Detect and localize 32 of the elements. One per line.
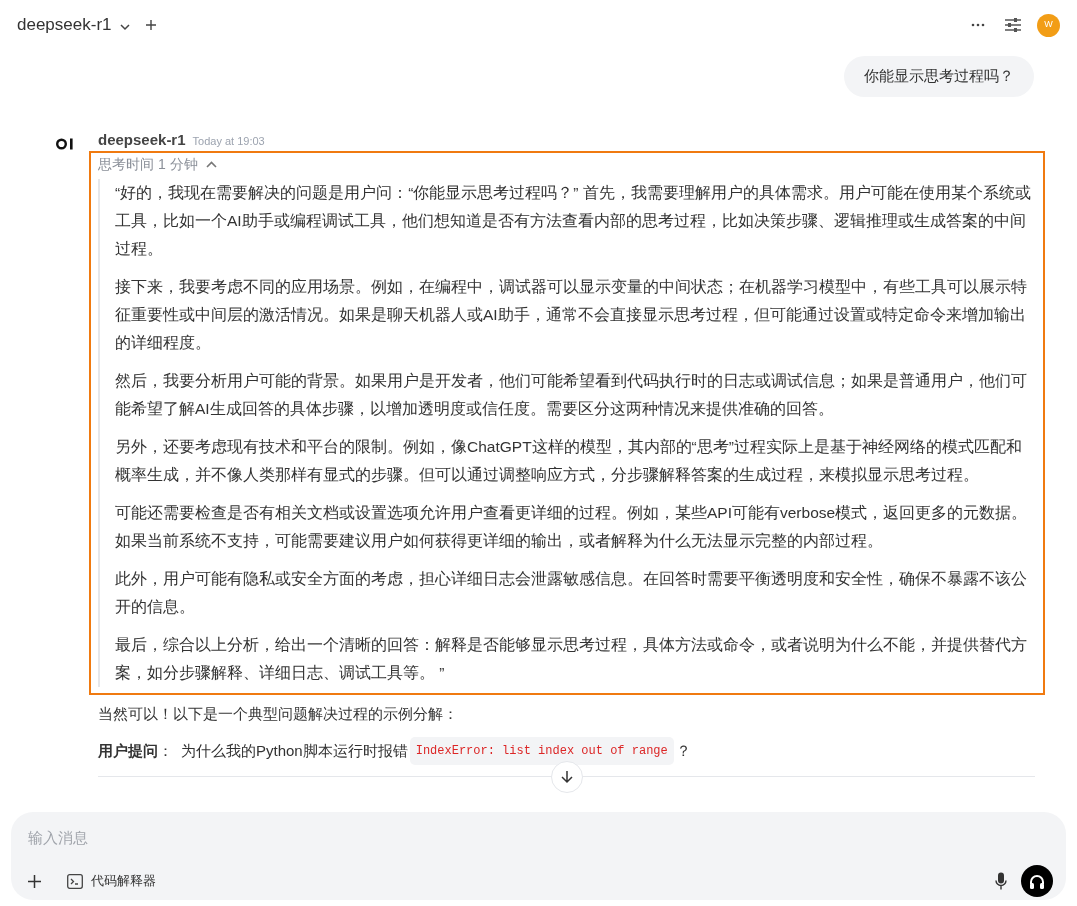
thinking-paragraph: 另外，还要考虑现有技术和平台的限制。例如，像ChatGPT这样的模型，其内部的“思考”过程实际上是基于神经网络的模式匹配和概率生成，并不像人类那样有显式的步骤。但可以通过调整响应方式，分步骤解释答案的生成过程，来模拟显示思考过程。 — [115, 437, 1023, 485]
plus-icon[interactable] — [28, 874, 41, 888]
thinking-paragraph: “好的，我现在需要解决的问题是用户问：“你能显示思考过程吗？” 首先，我需要理解用户的具体需求。用户可能在使用某个系统或工具，比如一个AI助手或编程调试工具，他们想知道是否有方法查看内部的思考过程，比如决策步骤、逻辑推理或生成答案的中间过程。 — [115, 183, 1032, 259]
colon-text: ： — [158, 741, 173, 761]
assistant-logo-icon — [56, 136, 76, 151]
question-mark-text: ？ — [675, 741, 691, 761]
settings-icon[interactable] — [1005, 18, 1021, 32]
message-input[interactable]: 输入消息 — [28, 827, 1049, 850]
model-name[interactable]: deepseek-r1 — [17, 12, 112, 38]
more-icon[interactable] — [971, 23, 985, 27]
question-text: 为什么我的Python脚本运行时报错 — [181, 741, 408, 761]
message-time: Today at 19:03 — [192, 133, 265, 149]
thinking-paragraph: 最后，综合以上分析，给出一个清晰的回答：解释是否能够显示思考过程，具体方法或命令，或者说明为什么不能，并提供替代方案，如分步骤解释、详细日志、调试工具等。 ” — [115, 635, 1028, 683]
thinking-paragraph: 接下来，我要考虑不同的应用场景。例如，在编程中，调试器可以显示变量的中间状态；在机器学习模型中，有些工具可以展示特征重要性或中间层的激活情况。如果是聊天机器人或AI助手，通常不会直接显示思考过程，但可能通过设置或特定命令来增加输出的详细程度。 — [115, 277, 1028, 353]
question-label: 用户提问 — [98, 741, 158, 761]
scroll-down-button[interactable] — [550, 761, 583, 793]
chevron-down-icon[interactable] — [119, 23, 130, 31]
plus-icon[interactable] — [145, 20, 156, 30]
inline-code: IndexError: list index out of range — [409, 737, 674, 765]
headphones-button[interactable] — [1021, 865, 1053, 897]
answer-text: 当然可以！以下是一个典型问题解决过程的示例分解： — [98, 704, 459, 724]
assistant-name: deepseek-r1 — [98, 129, 186, 150]
chevron-up-icon[interactable] — [205, 160, 217, 168]
thinking-paragraph: 此外，用户可能有隐私或安全方面的考虑，担心详细日志会泄露敏感信息。在回答时需要平衡透明度和安全性，确保不暴露不该公开的信息。 — [115, 569, 1028, 617]
code-interpreter-button[interactable]: 代码解释器 — [67, 871, 156, 891]
thinking-paragraph: 然后，我要分析用户可能的背景。如果用户是开发者，他们可能希望看到代码执行时的日志或调试信息；如果是普通用户，他们可能希望了解AI生成回答的具体步骤，以增加透明度或信任度。需要区分这两种情况来提供准确的回答。 — [115, 371, 1028, 419]
headphones-icon — [1029, 873, 1045, 889]
arrow-down-icon — [560, 770, 573, 784]
user-message: 你能显示思考过程吗？ — [844, 56, 1034, 97]
microphone-icon[interactable] — [995, 872, 1007, 890]
terminal-icon — [67, 873, 83, 889]
thinking-paragraph: 可能还需要检查是否有相关文档或设置选项允许用户查看更详细的过程。例如，某些API可能有verbose模式，返回更多的元数据。如果当前系统不支持，可能需要建议用户如何获得更详细的输出，或者解释为什么无法显示完整的内部过程。 — [115, 503, 1029, 551]
